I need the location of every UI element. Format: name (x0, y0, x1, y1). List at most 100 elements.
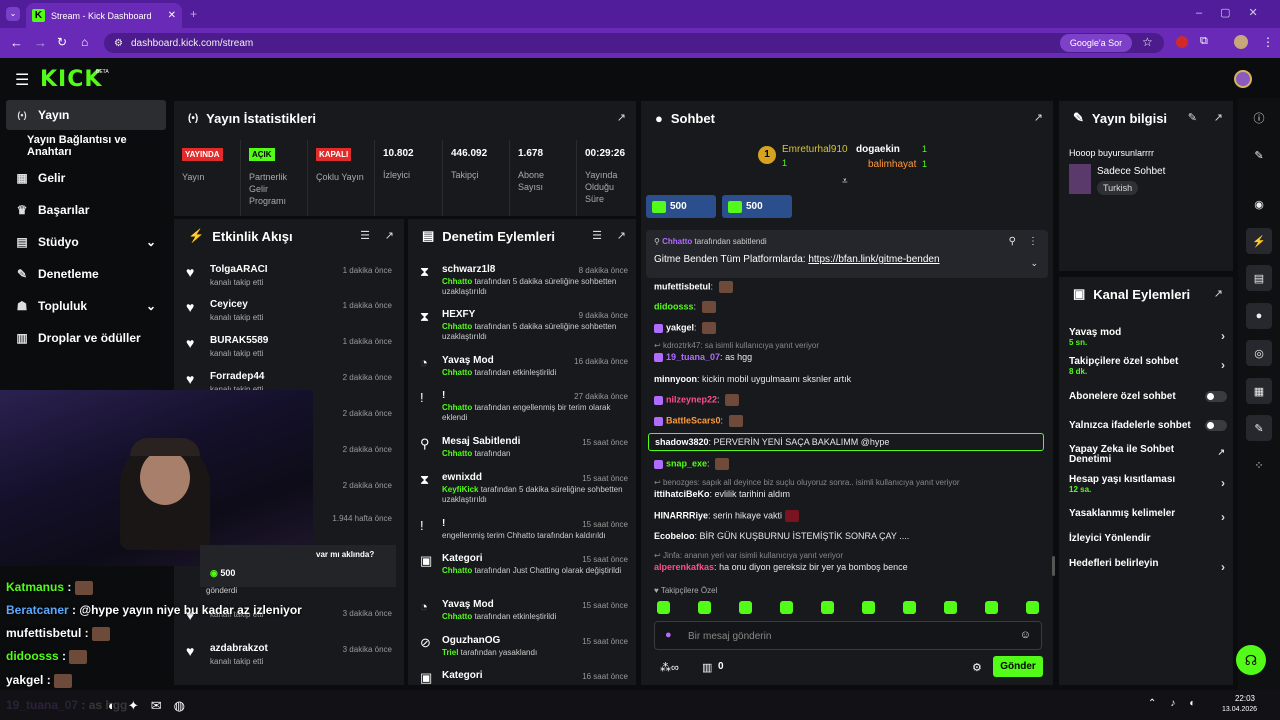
moderator-name[interactable]: Triel (442, 648, 458, 657)
send-button[interactable]: Gönder (993, 656, 1043, 677)
forward-icon[interactable]: → (34, 35, 47, 50)
chat-username[interactable]: snap_exe (666, 458, 707, 468)
user-avatar[interactable] (1234, 70, 1252, 88)
popout-icon[interactable]: ↗ (1034, 111, 1043, 124)
activity-name[interactable]: Ceyicey (210, 299, 263, 310)
url-field[interactable]: ⚙ dashboard.kick.com/stream (104, 33, 1164, 53)
site-info-icon[interactable]: ⚙ (114, 38, 123, 49)
stats-icon[interactable]: ▦ (1246, 378, 1272, 404)
extension-icon[interactable] (1176, 36, 1188, 48)
chat-icon[interactable]: ● (1246, 303, 1272, 329)
moderator-name[interactable]: Chhatto (442, 368, 472, 377)
tab-list-icon[interactable]: ⌄ (6, 7, 20, 21)
chat-username[interactable]: minnyoon (654, 374, 697, 384)
chat-scrollbar[interactable] (1052, 556, 1055, 576)
hamburger-menu-icon[interactable]: ☰ (15, 70, 29, 90)
unpin-icon[interactable]: ⚲ (1009, 236, 1016, 247)
gift-card[interactable]: 500 (722, 195, 792, 218)
moderator-name[interactable]: Chhatto (442, 612, 472, 621)
broadcast-icon[interactable]: ◎ (1246, 340, 1272, 366)
channel-action[interactable]: Hesap yaşı kısıtlaması 12 sa. › (1069, 474, 1229, 494)
quick-emote-icon[interactable] (821, 601, 834, 614)
points-icon[interactable]: ⁂∞ (660, 661, 679, 674)
popout-icon[interactable]: ↗ (617, 229, 626, 242)
edit-icon[interactable]: ✎ (1246, 142, 1272, 168)
quick-emote-icon[interactable] (657, 601, 670, 614)
channel-action[interactable]: Abonelere özel sohbet (1069, 391, 1229, 402)
reload-icon[interactable]: ↻ (57, 35, 67, 49)
activity-name[interactable]: TolgaARACI (210, 264, 268, 275)
chat-username[interactable]: alperenkafkas (654, 562, 714, 572)
screenshot-icon[interactable]: ◉ (1246, 191, 1272, 217)
tools-icon[interactable]: ✎ (1246, 415, 1272, 441)
moderator-name[interactable]: KeyfiKick (442, 485, 478, 494)
sidebar-item[interactable]: ♛ Başarılar (0, 195, 170, 225)
sidebar-item[interactable]: ▥ Droplar ve ödüller (0, 323, 170, 353)
category-name[interactable]: Sadece Sohbet (1097, 166, 1165, 177)
chat-username[interactable]: didoosss (654, 301, 694, 311)
quick-emote-icon[interactable] (780, 601, 793, 614)
channel-action[interactable]: Yapay Zeka ile Sohbet Denetimi ↗ (1069, 445, 1225, 465)
chat-username[interactable]: HINARRRiye (654, 510, 708, 520)
moderator-name[interactable]: Chhatto (442, 403, 472, 412)
collapse-pinned-icon[interactable]: ⌄ (1030, 258, 1038, 269)
moderation-icon[interactable]: ▤ (1246, 265, 1272, 291)
close-tab-icon[interactable]: ✕ (168, 10, 176, 21)
system-tray-icons[interactable]: ⌃♪◐ (1148, 698, 1209, 709)
quick-emote-icon[interactable] (1026, 601, 1039, 614)
quick-emote-icon[interactable] (903, 601, 916, 614)
chat-input[interactable]: ● Bir mesaj gönderin ☺ (654, 621, 1042, 650)
pinned-by[interactable]: Chhatto (662, 237, 692, 246)
support-icon[interactable]: ☊ (1236, 645, 1266, 675)
chat-username[interactable]: Ecobeloo (654, 531, 695, 541)
info-icon[interactable]: ⓘ (1246, 105, 1272, 131)
extensions-icon[interactable]: ⧉ (1200, 35, 1208, 48)
chat-username[interactable]: BattleScars0 (666, 415, 721, 425)
emoji-icon[interactable]: ☺ (1020, 629, 1031, 641)
pinned-link[interactable]: https://bfan.link/gitme-benden (808, 254, 939, 265)
top-gifter-name[interactable]: dogaekin (856, 144, 900, 155)
channel-action[interactable]: Hedefleri belirleyin › (1069, 558, 1229, 574)
chat-username[interactable]: mufettisbetul (654, 281, 711, 291)
quick-emote-icon[interactable] (985, 601, 998, 614)
popout-icon[interactable]: ↗ (1214, 111, 1223, 124)
browser-tab[interactable]: K Stream - Kick Dashboard ✕ (26, 3, 182, 28)
filter-icon[interactable]: ☰ (360, 229, 370, 242)
moderator-name[interactable]: Chhatto (442, 566, 472, 575)
sidebar-item[interactable]: ▤ Stüdyo ⌄ (0, 227, 170, 257)
sidebar-item[interactable]: (•) Yayın (6, 100, 166, 130)
channel-action[interactable]: Yavaş mod 5 sn. › (1069, 327, 1229, 347)
channel-action[interactable]: İzleyici Yönlendir (1069, 533, 1229, 544)
sidebar-item[interactable]: ☗ Topluluk ⌄ (0, 291, 170, 321)
quick-emote-icon[interactable] (944, 601, 957, 614)
expand-leaderboard-icon[interactable]: ⩡ (842, 176, 848, 187)
channel-action[interactable]: Yalnızca ifadelerle sohbet (1069, 420, 1229, 431)
quick-emote-icon[interactable] (862, 601, 875, 614)
quick-emote-icon[interactable] (739, 601, 752, 614)
toggle-switch[interactable] (1205, 420, 1227, 431)
sidebar-item[interactable]: ✎ Denetleme (0, 259, 170, 289)
filter-icon[interactable]: ☰ (592, 229, 602, 242)
toggle-switch[interactable] (1205, 391, 1227, 402)
chat-settings-icon[interactable]: ⚙ (972, 661, 982, 674)
activity-icon[interactable]: ⚡ (1246, 228, 1272, 254)
chat-username[interactable]: nilzeynep22 (666, 394, 717, 404)
home-icon[interactable]: ⌂ (81, 35, 88, 49)
back-icon[interactable]: ← (10, 35, 23, 50)
channel-action[interactable]: Takipçilere özel sohbet 8 dk. › (1069, 356, 1229, 376)
mic-icon[interactable]: ● (665, 629, 672, 641)
new-tab-icon[interactable]: + (190, 7, 197, 21)
popout-icon[interactable]: ↗ (385, 229, 394, 242)
gift-card[interactable]: 500 (646, 195, 716, 218)
taskbar-apps[interactable]: ◐✦✉◍ (108, 698, 197, 714)
activity-name[interactable]: Forradep44 (210, 371, 264, 382)
moderator-name[interactable]: Chhatto (442, 322, 472, 331)
google-ask-button[interactable]: Google'a Sor (1060, 34, 1132, 52)
sidebar-item[interactable]: ▦ Gelir (0, 163, 170, 193)
language-tag[interactable]: Turkish (1097, 181, 1139, 195)
more-options-icon[interactable]: ⋮ (1028, 236, 1038, 247)
top-gifter-name[interactable]: Emreturhal910 (782, 144, 848, 155)
moderator-name[interactable]: Chhatto (442, 277, 472, 286)
chat-username[interactable]: ittihatciBeKo (654, 489, 710, 499)
external-link-icon[interactable]: ↗ (1217, 447, 1225, 457)
